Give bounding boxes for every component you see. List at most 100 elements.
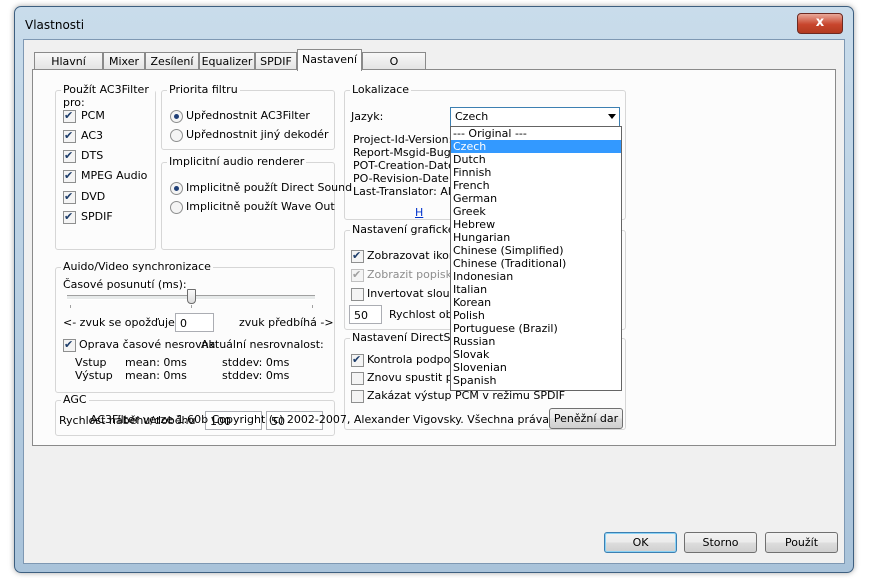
priority-title: Priorita filtru xyxy=(167,83,240,96)
spdif-checkbox[interactable] xyxy=(63,210,76,224)
av-sync-title: Auido/Video synchronizace xyxy=(61,260,213,273)
language-option[interactable]: --- Original --- xyxy=(451,127,621,140)
direct-sound-radio[interactable] xyxy=(170,182,183,195)
info-line: Last-Translator: Ales xyxy=(353,185,464,198)
ac3-checkbox[interactable] xyxy=(63,129,76,143)
properties-window: Vlastnosti x Hlavní panel Mixer Zesílení… xyxy=(14,6,854,573)
time-shift-input[interactable]: 0 xyxy=(175,313,214,332)
translator-link[interactable]: H xyxy=(415,206,423,219)
wave-out-radio[interactable] xyxy=(170,201,183,214)
dts-checkbox[interactable] xyxy=(63,149,76,163)
tab-about[interactable]: O programu xyxy=(362,52,426,85)
language-option[interactable]: Italian xyxy=(451,283,621,296)
input-mean: mean: 0ms xyxy=(125,356,187,369)
language-option-selected[interactable]: Czech xyxy=(451,140,621,153)
language-option[interactable]: Russian xyxy=(451,335,621,348)
info-line: POT-Creation-Date: xyxy=(353,159,459,172)
pcm-checkbox[interactable] xyxy=(63,109,76,123)
invert-bars-checkbox[interactable] xyxy=(351,288,364,301)
output-stddev: stddev: 0ms xyxy=(222,369,290,382)
mpeg-audio-checkbox[interactable] xyxy=(63,169,76,183)
language-option[interactable]: French xyxy=(451,179,621,192)
window-title: Vlastnosti xyxy=(25,18,85,32)
tab-main-panel[interactable]: Hlavní panel xyxy=(34,52,103,85)
language-label: Jazyk: xyxy=(351,110,384,123)
language-dropdown-list: --- Original --- Czech Dutch Finnish Fre… xyxy=(450,126,622,391)
prefer-ac3filter-radio[interactable] xyxy=(170,110,183,123)
time-shift-label: Časové posunutí (ms): xyxy=(63,278,187,291)
prefer-ac3filter-label: Upřednostnit AC3Filter xyxy=(186,109,310,122)
language-selected: Czech xyxy=(455,110,489,123)
close-button[interactable]: x xyxy=(797,13,843,34)
agc-title: AGC xyxy=(61,393,89,406)
audio-delay-label: <- zvuk se opožďuje xyxy=(63,316,175,329)
refresh-rate-label: Rychlost obn xyxy=(389,308,460,321)
disable-pcm-checkbox[interactable] xyxy=(351,390,364,403)
tab-gain[interactable]: Zesílení xyxy=(145,52,199,70)
info-line: PO-Revision-Date: 2 xyxy=(353,172,463,185)
tab-settings[interactable]: Nastavení xyxy=(297,49,362,71)
prefer-other-radio[interactable] xyxy=(170,129,183,142)
slider-tick xyxy=(191,305,192,308)
show-icon-label: Zobrazovat ikonu xyxy=(367,249,463,262)
language-option[interactable]: Chinese (Traditional) xyxy=(451,257,621,270)
output-mean: mean: 0ms xyxy=(125,369,187,382)
sync-fix-checkbox[interactable] xyxy=(63,338,76,352)
ac3-label: AC3 xyxy=(81,129,104,142)
time-shift-thumb[interactable] xyxy=(187,289,196,304)
language-option[interactable]: Spanish xyxy=(451,374,621,387)
donate-button[interactable]: Peněžní dar xyxy=(549,408,623,429)
language-combobox[interactable]: Czech xyxy=(450,107,620,127)
dvd-label: DVD xyxy=(81,190,106,203)
show-tooltips-checkbox[interactable] xyxy=(351,268,364,282)
chevron-down-icon[interactable] xyxy=(608,114,616,119)
cancel-button[interactable]: Storno xyxy=(684,532,757,553)
language-option[interactable]: Indonesian xyxy=(451,270,621,283)
use-filter-title: Použít AC3Filter pro: xyxy=(61,83,155,109)
ok-button[interactable]: OK xyxy=(604,532,677,553)
slider-tick xyxy=(312,305,313,308)
copyright-text: AC3Filter verze 1.60b Copyright (c) 2002… xyxy=(90,413,614,426)
apply-button[interactable]: Použít xyxy=(765,532,838,553)
language-option[interactable]: Slovenian xyxy=(451,361,621,374)
current-mismatch-label: Aktuální nesrovnalost: xyxy=(201,338,324,351)
wave-out-label: Implicitně použít Wave Out xyxy=(186,200,335,213)
output-row-label: Výstup xyxy=(75,369,113,382)
tab-spdif[interactable]: SPDIF xyxy=(255,52,297,70)
slider-tick xyxy=(70,305,71,308)
input-stddev: stddev: 0ms xyxy=(222,356,290,369)
tab-equalizer[interactable]: Equalizer xyxy=(199,52,255,70)
audio-ahead-label: zvuk předbíhá -> xyxy=(239,316,334,329)
dts-label: DTS xyxy=(81,149,104,162)
language-option[interactable]: Chinese (Simplified) xyxy=(451,244,621,257)
tab-mixer[interactable]: Mixer xyxy=(103,52,145,70)
input-row-label: Vstup xyxy=(75,356,107,369)
language-option[interactable]: Greek xyxy=(451,205,621,218)
settings-panel: Použít AC3Filter pro: PCM AC3 DTS MPEG A… xyxy=(32,69,836,446)
language-option[interactable]: Dutch xyxy=(451,153,621,166)
check-support-checkbox[interactable] xyxy=(351,353,364,367)
renderer-title: Implicitní audio renderer xyxy=(167,155,307,168)
refresh-rate-input[interactable]: 50 xyxy=(349,305,382,324)
restart-checkbox[interactable] xyxy=(351,372,364,385)
language-option[interactable]: Korean xyxy=(451,296,621,309)
dialog-client: Hlavní panel Mixer Zesílení Equalizer SP… xyxy=(23,39,845,564)
pcm-label: PCM xyxy=(81,109,105,122)
show-icon-checkbox[interactable] xyxy=(351,249,364,263)
direct-sound-label: Implicitně použít Direct Sound xyxy=(186,181,353,194)
prefer-other-label: Upřednostnit jiný dekodér xyxy=(186,128,329,141)
sync-fix-label: Oprava časové nesrovna xyxy=(79,338,216,351)
dvd-checkbox[interactable] xyxy=(63,190,76,204)
language-option[interactable]: German xyxy=(451,192,621,205)
language-option[interactable]: Hebrew xyxy=(451,218,621,231)
info-line: Project-Id-Version: A xyxy=(353,133,464,146)
localization-title: Lokalizace xyxy=(350,83,412,96)
mpeg-audio-label: MPEG Audio xyxy=(81,169,148,182)
language-option[interactable]: Polish xyxy=(451,309,621,322)
language-option[interactable]: Slovak xyxy=(451,348,621,361)
spdif-label: SPDIF xyxy=(81,210,113,223)
language-option[interactable]: Portuguese (Brazil) xyxy=(451,322,621,335)
language-option[interactable]: Finnish xyxy=(451,166,621,179)
language-option[interactable]: Hungarian xyxy=(451,231,621,244)
check-support-label: Kontrola podpory xyxy=(367,353,462,366)
